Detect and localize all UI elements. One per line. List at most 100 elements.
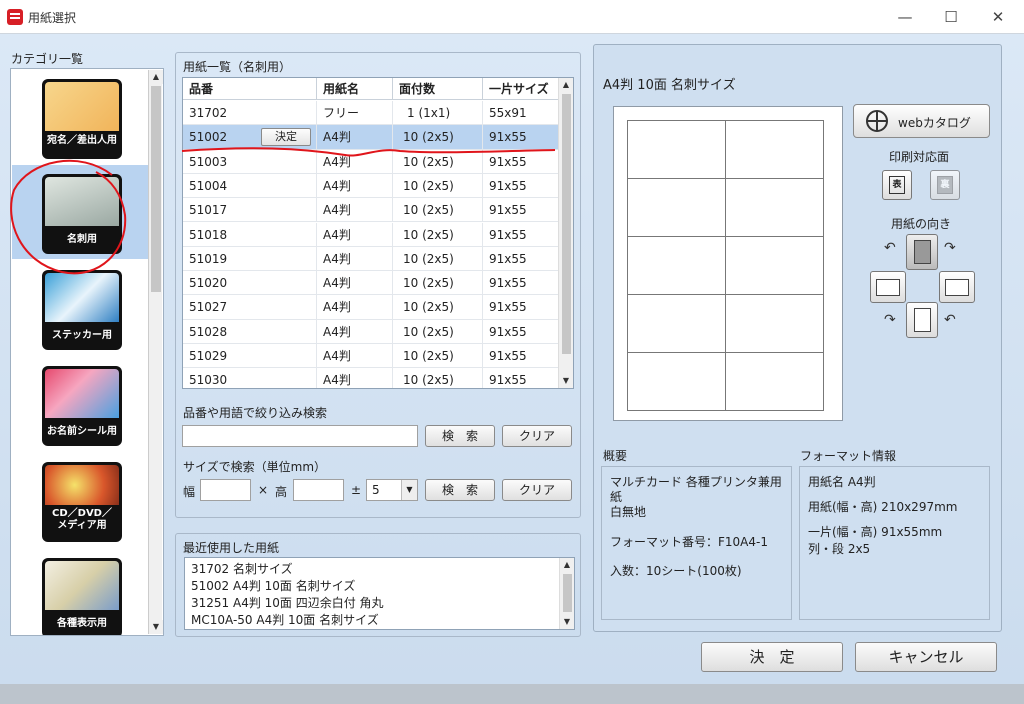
- category-item-display[interactable]: 各種表示用: [12, 549, 150, 635]
- cell-name: A4判: [317, 222, 393, 247]
- scroll-up-arrow[interactable]: ▲: [559, 78, 573, 92]
- category-label: 宛名／差出人用: [47, 135, 117, 146]
- close-button[interactable]: ✕: [978, 4, 1018, 30]
- table-row[interactable]: 51028 A4判 10 (2x5) 91x55: [183, 319, 559, 344]
- scroll-up-arrow[interactable]: ▲: [560, 558, 574, 572]
- recent-item[interactable]: 31251 A4判 10面 四辺余白付 角丸: [191, 594, 384, 611]
- category-scrollbar[interactable]: ▲ ▼: [148, 70, 163, 634]
- format-line: 用紙名 A4判: [808, 475, 876, 489]
- scroll-thumb[interactable]: [563, 574, 572, 612]
- maximize-button[interactable]: ☐: [931, 4, 971, 30]
- width-input[interactable]: [200, 479, 251, 501]
- preview-cell: [627, 294, 726, 353]
- cancel-button[interactable]: キャンセル: [855, 642, 997, 672]
- ok-button[interactable]: 決 定: [701, 642, 843, 672]
- cell-name: A4判: [317, 344, 393, 368]
- cell-id: 51019: [183, 246, 317, 271]
- category-tile: CD／DVD／ メディア用: [42, 462, 122, 542]
- back-side-button[interactable]: 裏: [930, 170, 960, 200]
- cell-id: 51028: [183, 319, 317, 344]
- scroll-thumb[interactable]: [151, 86, 161, 292]
- table-row[interactable]: 51017 A4判 10 (2x5) 91x55: [183, 198, 559, 223]
- keyword-search-button[interactable]: 検 索: [425, 425, 495, 447]
- recent-item[interactable]: 51002 A4判 10面 名刺サイズ: [191, 577, 355, 594]
- preview-cell: [627, 236, 726, 295]
- column-header-size[interactable]: 一片サイズ: [483, 78, 559, 100]
- front-side-icon: 表: [889, 176, 905, 194]
- rotate-arrow-icon: ↷: [944, 240, 956, 256]
- table-row[interactable]: 51030 A4判 10 (2x5) 91x55: [183, 368, 559, 388]
- height-input[interactable]: [293, 479, 344, 501]
- cell-count: 10 (2x5): [393, 125, 483, 150]
- column-header-name[interactable]: 用紙名: [317, 78, 393, 100]
- table-row[interactable]: 51004 A4判 10 (2x5) 91x55: [183, 173, 559, 199]
- landscape-left-button[interactable]: [870, 271, 906, 303]
- table-row[interactable]: 51002 A4判 10 (2x5) 91x55 決定: [183, 125, 559, 150]
- cell-name: A4判: [317, 246, 393, 271]
- scroll-down-arrow[interactable]: ▼: [560, 615, 574, 629]
- web-catalog-label: webカタログ: [898, 116, 971, 130]
- cell-name: A4判: [317, 125, 393, 150]
- category-item-media[interactable]: CD／DVD／ メディア用: [12, 453, 150, 547]
- landscape-right-button[interactable]: [939, 271, 975, 303]
- column-header-id[interactable]: 品番: [183, 78, 317, 100]
- preview-cell: [725, 178, 824, 237]
- recent-list[interactable]: 31702 名刺サイズ 51002 A4判 10面 名刺サイズ 31251 A4…: [184, 557, 575, 630]
- web-catalog-button[interactable]: webカタログ: [853, 104, 990, 138]
- table-row[interactable]: 31702 フリー 1 (1x1) 55x91: [183, 101, 559, 126]
- tolerance-select[interactable]: 5 ▼: [366, 479, 418, 501]
- portrait-up-button[interactable]: [906, 234, 938, 270]
- cell-count: 10 (2x5): [393, 368, 483, 388]
- preview-cell: [627, 352, 726, 411]
- keyword-clear-button[interactable]: クリア: [502, 425, 572, 447]
- title-bar: 用紙選択 — ☐ ✕: [0, 0, 1024, 34]
- summary-line: フォーマット番号：F10A4-1: [610, 535, 768, 549]
- minimize-button[interactable]: —: [885, 4, 925, 30]
- display-image: [45, 561, 119, 610]
- scroll-down-arrow[interactable]: ▼: [149, 620, 163, 634]
- category-item-name-seal[interactable]: お名前シール用: [12, 357, 150, 451]
- column-header-count[interactable]: 面付数: [393, 78, 483, 100]
- portrait-down-button[interactable]: [906, 302, 938, 338]
- scroll-up-arrow[interactable]: ▲: [149, 70, 163, 84]
- table-row[interactable]: 51019 A4判 10 (2x5) 91x55: [183, 246, 559, 272]
- category-item-sticker[interactable]: ステッカー用: [12, 261, 150, 355]
- table-row[interactable]: 51029 A4判 10 (2x5) 91x55: [183, 344, 559, 369]
- scroll-down-arrow[interactable]: ▼: [559, 374, 573, 388]
- cell-size: 91x55: [483, 319, 559, 344]
- format-line: 用紙(幅・高) 210x297mm: [808, 500, 958, 514]
- cell-id: 51030: [183, 368, 317, 388]
- category-list[interactable]: 宛名／差出人用 名刺用 ステッカー用 お名前シール用 CD／DVD／ メディア用…: [10, 68, 164, 636]
- cell-count: 10 (2x5): [393, 246, 483, 271]
- table-row[interactable]: 51020 A4判 10 (2x5) 91x55: [183, 271, 559, 296]
- preview-cell: [725, 236, 824, 295]
- recent-item[interactable]: MC10A-50 A4判 10面 名刺サイズ: [191, 611, 379, 628]
- size-search-button[interactable]: 検 索: [425, 479, 495, 501]
- page-icon: [914, 308, 931, 332]
- category-item-address[interactable]: 宛名／差出人用: [12, 70, 150, 164]
- cell-id: 51029: [183, 344, 317, 368]
- category-tile: ステッカー用: [42, 270, 122, 350]
- cell-size: 91x55: [483, 295, 559, 320]
- cell-name: A4判: [317, 149, 393, 174]
- recent-item[interactable]: 31702 名刺サイズ: [191, 560, 293, 577]
- cell-id: 51003: [183, 149, 317, 174]
- scroll-thumb[interactable]: [562, 94, 571, 354]
- cell-size: 91x55: [483, 173, 559, 198]
- front-side-button[interactable]: 表: [882, 170, 912, 200]
- recent-scrollbar[interactable]: ▲ ▼: [559, 558, 574, 629]
- category-tile: 名刺用: [42, 174, 122, 254]
- cell-size: 55x91: [483, 101, 559, 125]
- row-decide-button[interactable]: 決定: [261, 128, 311, 147]
- keyword-search-input[interactable]: [182, 425, 418, 447]
- cell-count: 10 (2x5): [393, 271, 483, 296]
- cell-size: 91x55: [483, 271, 559, 296]
- chevron-down-icon[interactable]: ▼: [401, 480, 417, 500]
- table-row[interactable]: 51018 A4判 10 (2x5) 91x55: [183, 222, 559, 247]
- table-scrollbar[interactable]: ▲ ▼: [558, 78, 573, 388]
- category-item-business-card[interactable]: 名刺用: [12, 165, 150, 259]
- size-clear-button[interactable]: クリア: [502, 479, 572, 501]
- paper-list-heading: 用紙一覧（名刺用）: [183, 60, 292, 74]
- table-row[interactable]: 51027 A4判 10 (2x5) 91x55: [183, 295, 559, 320]
- table-row[interactable]: 51003 A4判 10 (2x5) 91x55: [183, 149, 559, 174]
